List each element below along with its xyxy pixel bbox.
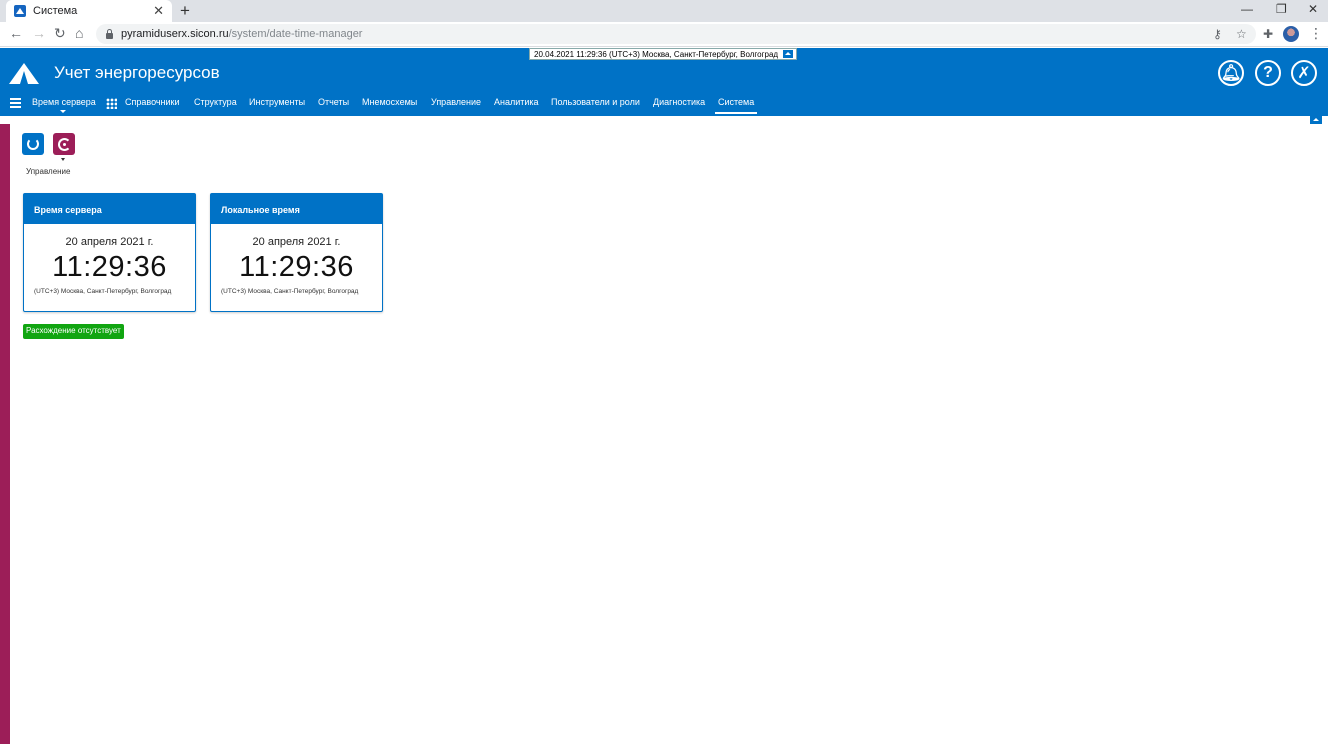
apps-grid-icon[interactable] [106,98,117,109]
menu-item-structure[interactable]: Структура [194,97,237,107]
app-header: Учет энергоресурсов 20.04.2021 11:29:36 … [0,48,1328,116]
browser-tab[interactable]: Система ✕ [6,0,172,22]
reload-icon[interactable]: ↻ [54,25,66,42]
server-time-card: Время сервера 20 апреля 2021 г. 11:29:36… [23,193,196,312]
clock-settings-button[interactable] [53,133,75,155]
profile-avatar[interactable] [1283,26,1299,42]
menu-item-directories[interactable]: Справочники [125,97,180,107]
menu-item-mnemonics[interactable]: Мнемосхемы [362,97,417,107]
menu-item-reports[interactable]: Отчеты [318,97,349,107]
hamburger-icon[interactable] [10,98,21,108]
server-time-banner: 20.04.2021 11:29:36 (UTC+3) Москва, Санк… [529,48,798,60]
bell-icon[interactable]: 🔔︎ [1218,60,1244,86]
chevron-down-icon[interactable] [61,158,65,161]
app-title: Учет энергоресурсов [54,63,220,82]
lock-icon [106,28,113,39]
help-icon[interactable]: ? [1255,60,1281,86]
main-menu: Время сервера Справочники Структура Инст… [0,94,1328,116]
browser-tabstrip: Система ✕ + — ❐ ✕ [0,0,1328,22]
collapse-header-icon[interactable] [1310,116,1322,124]
extensions-icon[interactable]: ✚ [1263,27,1273,41]
card-time: 11:29:36 [239,251,354,283]
forward-icon[interactable]: → [32,25,46,41]
restore-icon[interactable]: ❐ [1276,2,1287,16]
star-icon[interactable]: ☆ [1236,27,1247,41]
card-time: 11:29:36 [52,251,167,283]
menu-item-tools[interactable]: Инструменты [249,97,305,107]
server-time-banner-text: 20.04.2021 11:29:36 (UTC+3) Москва, Санк… [534,50,779,59]
card-title: Локальное время [211,194,382,224]
clock-settings-icon [57,137,71,151]
new-tab-button[interactable]: + [180,1,190,21]
close-window-icon[interactable]: ✕ [1308,2,1318,16]
refresh-button[interactable] [22,133,44,155]
home-icon[interactable]: ⌂ [75,25,83,41]
local-time-card: Локальное время 20 апреля 2021 г. 11:29:… [210,193,383,312]
card-timezone: (UTC+3) Москва, Санкт-Петербург, Волгогр… [34,288,172,295]
browser-toolbar: ← → ↻ ⌂ pyramiduserx.sicon.ru /system/da… [0,22,1328,47]
close-tab-icon[interactable]: ✕ [153,3,164,19]
tab-title: Система [33,5,78,17]
browser-menu-icon[interactable]: ⋮ [1309,25,1323,42]
refresh-icon [27,138,39,150]
menu-item-diagnostics[interactable]: Диагностика [653,97,705,107]
menu-item-analytics[interactable]: Аналитика [494,97,539,107]
collapse-banner-icon[interactable] [783,50,794,58]
status-badge: Расхождение отсутствует [23,324,124,339]
menu-item-users-roles[interactable]: Пользователи и роли [551,97,640,107]
card-title: Время сервера [24,194,195,224]
tools-group-label: Управление [26,167,71,176]
menu-item-server-time[interactable]: Время сервера [32,97,96,113]
card-timezone: (UTC+3) Москва, Санкт-Петербург, Волгогр… [221,288,359,295]
menu-item-system[interactable]: Система [714,97,758,114]
key-icon[interactable]: ⚷ [1213,27,1222,41]
card-date: 20 апреля 2021 г. [252,236,341,248]
url-path: /system/date-time-manager [228,28,363,40]
logout-icon[interactable]: ✗ [1291,60,1317,86]
url-host: pyramiduserx.sicon.ru [121,28,229,40]
minimize-icon[interactable]: — [1241,2,1253,16]
address-bar[interactable]: pyramiduserx.sicon.ru /system/date-time-… [96,24,1256,44]
favicon-icon [14,5,26,17]
app-logo[interactable] [9,63,39,84]
card-date: 20 апреля 2021 г. [65,236,154,248]
left-accent-bar [0,124,10,744]
menu-item-control[interactable]: Управление [431,97,481,107]
back-icon[interactable]: ← [9,25,23,41]
